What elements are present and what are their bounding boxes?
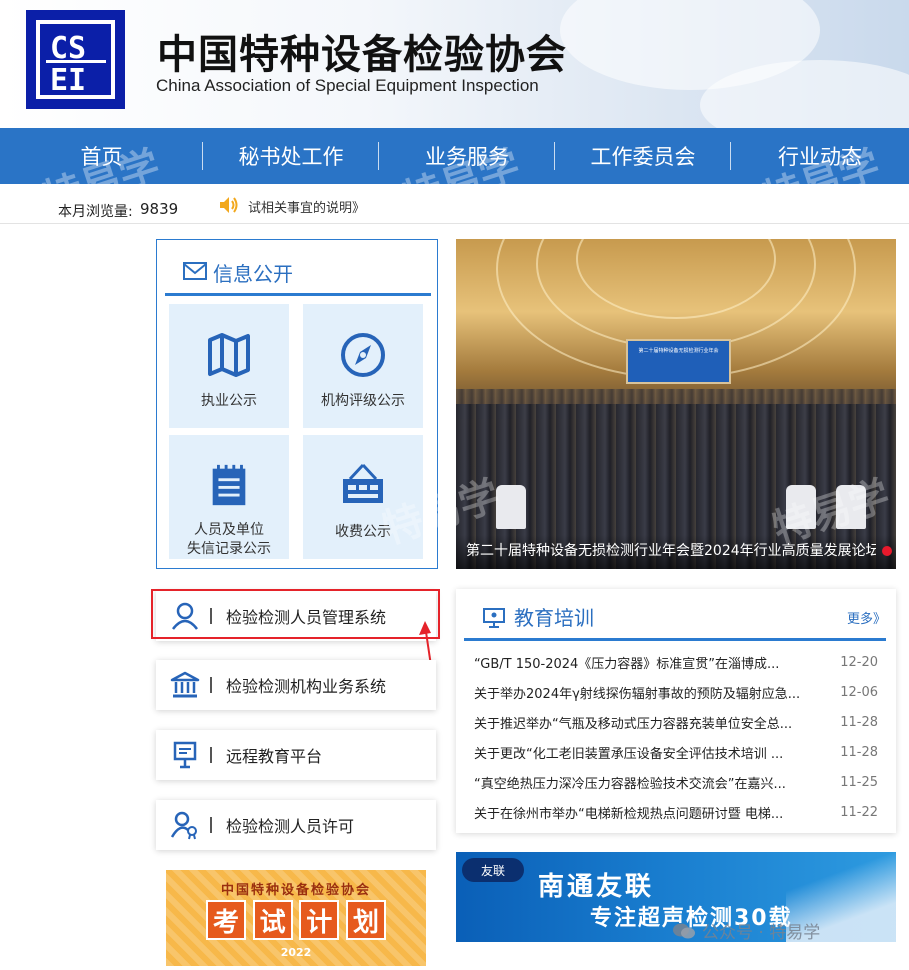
compass-icon <box>341 333 385 377</box>
education-more-link[interactable]: 更多》 <box>847 608 886 627</box>
divider <box>210 677 212 693</box>
nav-item-label: 行业动态 <box>778 145 862 169</box>
news-title: “GB/T 150-2024《压力容器》标准宣贯”在淄博成... <box>474 656 780 672</box>
system-link-label: 检验检测机构业务系统 <box>226 677 387 696</box>
visits-count: 9839 <box>140 200 179 218</box>
site-header: CS EI 中国特种设备检验协会 China Association of Sp… <box>0 0 909 128</box>
exam-banner-title: 考 试 计 划 <box>206 900 386 940</box>
tile-label: 执业公示 <box>201 393 257 409</box>
main-nav: 首页 秘书处工作 业务服务 工作委员会 行业动态 <box>0 128 909 184</box>
tile-org-rating[interactable]: 机构评级公示 <box>303 304 423 428</box>
news-date: 11-22 <box>840 804 878 820</box>
exam-banner-char: 计 <box>299 900 340 940</box>
chair <box>836 485 866 529</box>
bank-icon <box>170 671 200 698</box>
notepad-icon <box>212 464 246 506</box>
info-bar: 本月浏览量: 9839 试相关事宜的说明》 <box>0 190 909 224</box>
info-panel-header: 信息公开 <box>165 252 431 296</box>
exam-banner-org: 中国特种设备检验协会 <box>220 883 371 898</box>
exam-plan-banner[interactable]: 中国特种设备检验协会 考 试 计 划 2022 <box>166 870 426 966</box>
stage-screen: 第二十届特种设备无损检测行业年会 <box>626 339 731 384</box>
presentation-icon <box>173 741 197 769</box>
education-training-panel: 教育培训 更多》 “GB/T 150-2024《压力容器》标准宣贯”在淄博成..… <box>456 589 896 833</box>
nav-item-label: 首页 <box>80 145 123 169</box>
divider <box>210 747 212 763</box>
info-disclosure-panel: 信息公开 执业公示 机构评级公示 人员及单位 失信记录公示 收费公示 <box>156 239 438 569</box>
exam-banner-year: 2022 <box>280 946 312 959</box>
exam-banner-char: 考 <box>206 900 246 940</box>
nav-item-label: 业务服务 <box>425 145 509 169</box>
news-item[interactable]: 关于推迟举办“气瓶及移动式压力容器充装单位安全总... 11-28 <box>474 707 878 737</box>
wechat-watermark-label: 公众号 · 特易学 <box>702 923 821 943</box>
news-date: 11-28 <box>840 714 878 730</box>
news-item[interactable]: “GB/T 150-2024《压力容器》标准宣贯”在淄博成... 12-20 <box>474 647 878 677</box>
system-link-label: 检验检测人员许可 <box>226 817 355 836</box>
news-date: 12-20 <box>840 654 878 670</box>
education-title: 教育培训 <box>514 606 594 630</box>
news-date: 11-25 <box>840 774 878 790</box>
chair <box>496 485 526 529</box>
divider <box>210 817 212 833</box>
stage-screen-text: 第二十届特种设备无损检测行业年会 <box>638 348 719 354</box>
tile-practice-disclosure[interactable]: 执业公示 <box>169 304 289 428</box>
chair <box>786 485 816 529</box>
tile-dishonesty-records[interactable]: 人员及单位失信记录公示 <box>169 435 289 559</box>
nav-item-services[interactable]: 业务服务 <box>379 128 555 184</box>
exam-banner-char: 试 <box>252 900 293 940</box>
tile-label: 人员及单位失信记录公示 <box>187 521 271 559</box>
presentation-board-icon <box>483 608 505 628</box>
wechat-watermark: 公众号 · 特易学 <box>672 918 820 943</box>
photo-caption[interactable]: 第二十届特种设备无损检测行业年会暨2024年行业高质量发展论坛 <box>466 540 876 560</box>
news-date: 12-06 <box>840 684 878 700</box>
tile-label-line: 失信记录公示 <box>187 541 271 557</box>
info-panel-title: 信息公开 <box>213 262 293 286</box>
news-item[interactable]: 关于更改“化工老旧装置承压设备安全评估技术培训 ... 11-28 <box>474 737 878 767</box>
tile-fee-disclosure[interactable]: 收费公示 <box>303 435 423 559</box>
nav-item-secretariat[interactable]: 秘书处工作 <box>203 128 379 184</box>
news-title: 关于在徐州市举办“电梯新检规热点问题研讨暨 电梯... <box>474 806 784 822</box>
wechat-icon <box>673 923 695 938</box>
news-item[interactable]: 关于在徐州市举办“电梯新检规热点问题研讨暨 电梯... 11-22 <box>474 797 878 827</box>
person-badge-icon <box>170 811 197 840</box>
notice-marquee-link[interactable]: 试相关事宜的说明》 <box>248 197 365 216</box>
exam-banner-char: 划 <box>345 900 386 940</box>
news-title: “真空绝热压力深冷压力容器检验技术交流会”在嘉兴... <box>474 776 786 792</box>
tile-label: 收费公示 <box>335 524 391 540</box>
nav-item-home[interactable]: 首页 <box>0 128 203 184</box>
cash-register-icon <box>343 463 383 503</box>
nav-item-label: 工作委员会 <box>590 145 696 169</box>
tile-label-line: 人员及单位 <box>194 522 264 538</box>
personnel-license-link[interactable]: 检验检测人员许可 <box>156 800 436 850</box>
mail-icon <box>183 262 207 280</box>
visits-label: 本月浏览量: <box>58 204 133 220</box>
news-title: 关于举办2024年γ射线探伤辐射事故的预防及辐射应急... <box>474 686 801 702</box>
news-photo-slider[interactable]: 第二十届特种设备无损检测行业年会 第二十届特种设备无损检测行业年会暨2024年行… <box>456 239 896 569</box>
news-title: 关于推迟举办“气瓶及移动式压力容器充装单位安全总... <box>474 716 793 732</box>
nav-item-committees[interactable]: 工作委员会 <box>555 128 731 184</box>
slider-dot[interactable] <box>882 546 892 556</box>
map-icon <box>208 333 250 377</box>
news-item[interactable]: “真空绝热压力深冷压力容器检验技术交流会”在嘉兴... 11-25 <box>474 767 878 797</box>
ad-title: 南通友联 <box>538 872 655 902</box>
sponsor-logo: 友联 <box>462 858 524 882</box>
svg-text:EI: EI <box>50 63 86 98</box>
csei-logo-icon[interactable]: CS EI <box>26 10 125 109</box>
news-item[interactable]: 关于举办2024年γ射线探伤辐射事故的预防及辐射应急... 12-06 <box>474 677 878 707</box>
nav-item-label: 秘书处工作 <box>238 145 344 169</box>
org-business-system-link[interactable]: 检验检测机构业务系统 <box>156 660 436 710</box>
system-link-label: 远程教育平台 <box>226 747 323 766</box>
distance-education-link[interactable]: 远程教育平台 <box>156 730 436 780</box>
site-subtitle: China Association of Special Equipment I… <box>156 76 539 95</box>
tile-label: 机构评级公示 <box>321 393 405 409</box>
news-title: 关于更改“化工老旧装置承压设备安全评估技术培训 ... <box>474 746 784 762</box>
speaker-icon <box>220 197 238 213</box>
site-title: 中国特种设备检验协会 <box>157 31 567 78</box>
news-date: 11-28 <box>840 744 878 760</box>
education-header: 教育培训 更多》 <box>464 597 886 641</box>
nav-item-industry-news[interactable]: 行业动态 <box>731 128 909 184</box>
